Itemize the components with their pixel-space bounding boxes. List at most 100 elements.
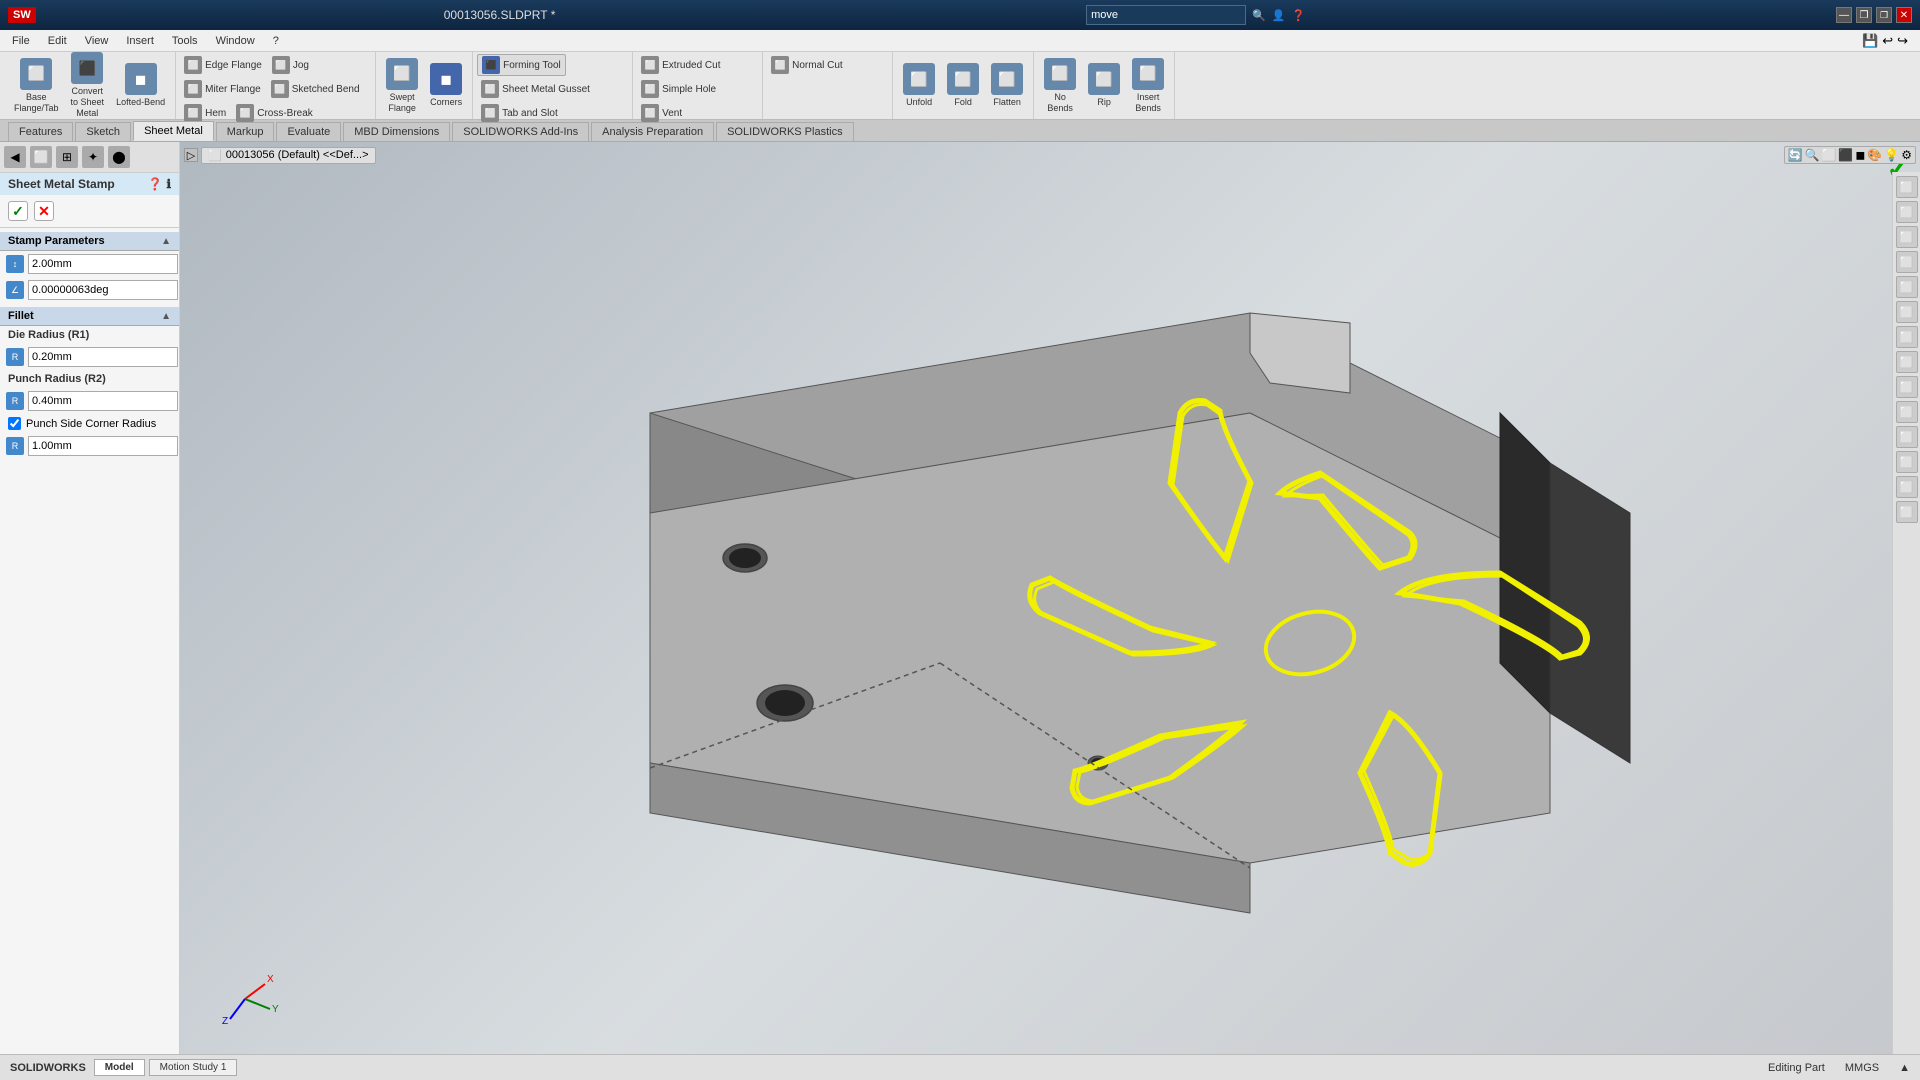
- rt-btn-12[interactable]: ⬜: [1896, 451, 1918, 473]
- view-orientation-icon[interactable]: ⬛: [1838, 148, 1853, 162]
- fold-icon: ⬜: [947, 63, 979, 95]
- view-scene-icon[interactable]: 💡: [1884, 148, 1899, 162]
- corners-button[interactable]: ◼ Corners: [426, 61, 466, 110]
- panel-icon-3[interactable]: ⊞: [56, 146, 78, 168]
- maximize-button[interactable]: ❐: [1856, 7, 1872, 23]
- units-icon[interactable]: ▲: [1899, 1062, 1910, 1074]
- tab-slot-icon: ⬜: [481, 104, 499, 122]
- depth-input[interactable]: [28, 254, 178, 274]
- user-icon[interactable]: 👤: [1272, 9, 1286, 22]
- no-bends-label: NoBends: [1047, 92, 1073, 114]
- tab-model[interactable]: Model: [94, 1059, 145, 1076]
- rt-btn-6[interactable]: ⬜: [1896, 301, 1918, 323]
- rt-btn-9[interactable]: ⬜: [1896, 376, 1918, 398]
- punch-side-corner-checkbox[interactable]: [8, 417, 21, 430]
- sheet-metal-gusset-button[interactable]: ⬜ Sheet Metal Gusset: [477, 78, 594, 100]
- view-zoom-icon[interactable]: 🔍: [1805, 148, 1820, 162]
- rt-btn-4[interactable]: ⬜: [1896, 251, 1918, 273]
- tab-features[interactable]: Features: [8, 122, 73, 141]
- quick-redo-icon[interactable]: ↪: [1897, 33, 1908, 49]
- viewport[interactable]: ▷ ⬜ 00013056 (Default) <<Def...> 🔄 🔍 ⬜ ⬛…: [180, 142, 1920, 1054]
- panel-icon-5[interactable]: ⬤: [108, 146, 130, 168]
- tab-analysis-preparation[interactable]: Analysis Preparation: [591, 122, 714, 141]
- view-appearance-icon[interactable]: 🎨: [1867, 148, 1882, 162]
- tab-slot-button[interactable]: ⬜ Tab and Slot: [477, 102, 562, 124]
- panel-icon-2[interactable]: ⬜: [30, 146, 52, 168]
- tab-mbd-dimensions[interactable]: MBD Dimensions: [343, 122, 450, 141]
- rt-btn-13[interactable]: ⬜: [1896, 476, 1918, 498]
- title-search-input[interactable]: [1086, 5, 1246, 25]
- view-settings-icon[interactable]: ⚙: [1901, 148, 1912, 162]
- ok-button[interactable]: ✓: [8, 201, 28, 221]
- flatten-button[interactable]: ⬜ Flatten: [987, 61, 1027, 110]
- lofted-bend-button[interactable]: ◼ Lofted-Bend: [112, 61, 169, 110]
- panel-icon-4[interactable]: ✦: [82, 146, 104, 168]
- tab-motion-study[interactable]: Motion Study 1: [149, 1059, 238, 1076]
- punch-radius-input[interactable]: [28, 391, 178, 411]
- angle-input[interactable]: [28, 280, 178, 300]
- rt-btn-5[interactable]: ⬜: [1896, 276, 1918, 298]
- insert-bends-button[interactable]: ⬜ InsertBends: [1128, 56, 1168, 116]
- simple-hole-button[interactable]: ⬜ Simple Hole: [637, 78, 720, 100]
- normal-cut-button[interactable]: ⬜ Normal Cut: [767, 54, 847, 76]
- tab-evaluate[interactable]: Evaluate: [276, 122, 341, 141]
- panel-info-icon[interactable]: ℹ: [166, 177, 171, 191]
- panel-icon-1[interactable]: ◀: [4, 146, 26, 168]
- corner-radius-input[interactable]: [28, 436, 178, 456]
- restore-button[interactable]: ❐: [1876, 7, 1892, 23]
- view-display-icon[interactable]: ◼: [1855, 148, 1865, 162]
- quick-save-icon[interactable]: 💾: [1862, 33, 1878, 49]
- forming-tool-button[interactable]: ⬛ Forming Tool: [477, 54, 566, 76]
- punch-radius-icon: R: [6, 392, 24, 410]
- panel-help-icon[interactable]: ❓: [147, 177, 162, 191]
- edge-flange-button[interactable]: ⬜ Edge Flange: [180, 54, 266, 76]
- rt-btn-7[interactable]: ⬜: [1896, 326, 1918, 348]
- convert-sheet-button[interactable]: ⬛ Convertto SheetMetal: [67, 50, 109, 120]
- menu-edit[interactable]: Edit: [40, 33, 75, 49]
- tab-sheet-metal[interactable]: Sheet Metal: [133, 121, 214, 141]
- close-button[interactable]: ✕: [1896, 7, 1912, 23]
- extruded-cut-button[interactable]: ⬜ Extruded Cut: [637, 54, 724, 76]
- unfold-label: Unfold: [906, 97, 932, 108]
- stamp-parameters-section[interactable]: Stamp Parameters ▲: [0, 232, 179, 251]
- view-section-icon[interactable]: ⬜: [1821, 148, 1836, 162]
- help-icon[interactable]: ❓: [1292, 9, 1306, 22]
- tab-solidworks-addins[interactable]: SOLIDWORKS Add-Ins: [452, 122, 589, 141]
- menu-insert[interactable]: Insert: [118, 33, 162, 49]
- unfold-button[interactable]: ⬜ Unfold: [899, 61, 939, 110]
- die-radius-input[interactable]: [28, 347, 178, 367]
- rt-btn-3[interactable]: ⬜: [1896, 226, 1918, 248]
- menu-tools[interactable]: Tools: [164, 33, 206, 49]
- tab-sketch[interactable]: Sketch: [75, 122, 131, 141]
- sketched-bend-button[interactable]: ⬜ Sketched Bend: [267, 78, 364, 100]
- rt-btn-8[interactable]: ⬜: [1896, 351, 1918, 373]
- tab-markup[interactable]: Markup: [216, 122, 275, 141]
- no-bends-button[interactable]: ⬜ NoBends: [1040, 56, 1080, 116]
- cancel-button[interactable]: ✕: [34, 201, 54, 221]
- fillet-section[interactable]: Fillet ▲: [0, 307, 179, 326]
- tab-solidworks-plastics[interactable]: SOLIDWORKS Plastics: [716, 122, 854, 141]
- view-rotate-icon[interactable]: 🔄: [1788, 148, 1803, 162]
- rt-btn-10[interactable]: ⬜: [1896, 401, 1918, 423]
- jog-button[interactable]: ⬜ Jog: [268, 54, 313, 76]
- menu-file[interactable]: File: [4, 33, 38, 49]
- swept-flange-button[interactable]: ⬜ SweptFlange: [382, 56, 422, 116]
- rt-btn-11[interactable]: ⬜: [1896, 426, 1918, 448]
- miter-flange-button[interactable]: ⬜ Miter Flange: [180, 78, 265, 100]
- vent-button[interactable]: ⬜ Vent: [637, 102, 686, 124]
- menu-window[interactable]: Window: [208, 33, 263, 49]
- cross-break-button[interactable]: ⬜ Cross-Break: [232, 102, 317, 124]
- search-icon[interactable]: 🔍: [1252, 9, 1266, 22]
- base-flange-button[interactable]: ⬜ BaseFlange/Tab: [10, 56, 63, 116]
- minimize-button[interactable]: —: [1836, 7, 1852, 23]
- toolbar-section-edges: ⬜ Edge Flange ⬜ Jog ⬜ Miter Flange ⬜ Ske…: [176, 52, 376, 119]
- quick-undo-icon[interactable]: ↩: [1882, 33, 1893, 49]
- menu-view[interactable]: View: [77, 33, 117, 49]
- rt-btn-1[interactable]: ⬜: [1896, 176, 1918, 198]
- rt-btn-2[interactable]: ⬜: [1896, 201, 1918, 223]
- rip-button[interactable]: ⬜ Rip: [1084, 61, 1124, 110]
- fold-button[interactable]: ⬜ Fold: [943, 61, 983, 110]
- menu-help[interactable]: ?: [265, 33, 287, 49]
- viewport-expand-icon[interactable]: ▷: [184, 148, 198, 162]
- rt-btn-14[interactable]: ⬜: [1896, 501, 1918, 523]
